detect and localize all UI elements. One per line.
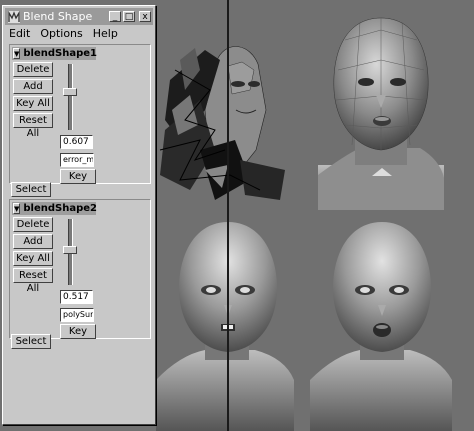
broken-blend-head[interactable] — [159, 46, 285, 200]
menu-edit[interactable]: Edit — [7, 27, 32, 41]
delete-button-1[interactable]: Delete — [13, 62, 53, 77]
close-button[interactable]: x — [139, 11, 151, 22]
key-button-1[interactable]: Key — [60, 169, 96, 184]
window-title: Blend Shape — [23, 10, 93, 23]
menu-bar: Edit Options Help — [7, 27, 120, 41]
menu-help[interactable]: Help — [91, 27, 120, 41]
key-all-button-1[interactable]: Key All — [13, 96, 53, 111]
blendshape-header-1[interactable]: ▼ blendShape1 — [12, 47, 98, 60]
blend-shape-window: Blend Shape _ □ x Edit Options Help ▼ bl… — [2, 5, 156, 425]
collapse-triangle-icon[interactable]: ▼ — [13, 48, 21, 59]
key-button-2[interactable]: Key — [60, 324, 96, 339]
smooth-head-closed-mouth[interactable] — [156, 222, 294, 431]
add-button-2[interactable]: Add — [13, 234, 53, 249]
collapse-triangle-icon[interactable]: ▼ — [13, 203, 21, 214]
blendshape-name-1: blendShape1 — [23, 48, 98, 59]
weight-slider-thumb-1[interactable] — [63, 88, 77, 96]
title-bar[interactable]: Blend Shape _ □ x — [5, 8, 153, 25]
maximize-button[interactable]: □ — [123, 11, 135, 22]
add-button-1[interactable]: Add — [13, 79, 53, 94]
delete-button-2[interactable]: Delete — [13, 217, 53, 232]
reset-all-button-1[interactable]: Reset All — [13, 113, 53, 139]
weight-slider-thumb-2[interactable] — [63, 246, 77, 254]
menu-options[interactable]: Options — [38, 27, 84, 41]
select-button-1[interactable]: Select — [11, 182, 51, 197]
target-name-field-2[interactable]: polySurfa — [60, 308, 94, 322]
smooth-head-open-mouth[interactable] — [310, 222, 452, 431]
weight-field-1[interactable]: 0.607 — [60, 135, 93, 149]
select-button-2[interactable]: Select — [11, 334, 51, 349]
key-all-button-2[interactable]: Key All — [13, 251, 53, 266]
minimize-button[interactable]: _ — [109, 11, 121, 22]
blendshape-panel-1: ▼ blendShape1 Delete Add Key All Reset A… — [9, 44, 151, 184]
target-name-field-1[interactable]: error_m_ — [60, 153, 94, 167]
weight-slider-track-1[interactable] — [68, 64, 73, 130]
weight-field-2[interactable]: 0.517 — [60, 290, 93, 304]
blendshape-name-2: blendShape2 — [23, 203, 98, 214]
blendshape-header-2[interactable]: ▼ blendShape2 — [12, 202, 98, 215]
viewport-divider — [227, 0, 229, 431]
blendshape-panel-2: ▼ blendShape2 Delete Add Key All Reset A… — [9, 199, 151, 339]
reset-all-button-2[interactable]: Reset All — [13, 268, 53, 294]
maya-app-icon — [8, 10, 20, 23]
low-poly-head[interactable] — [318, 17, 444, 210]
